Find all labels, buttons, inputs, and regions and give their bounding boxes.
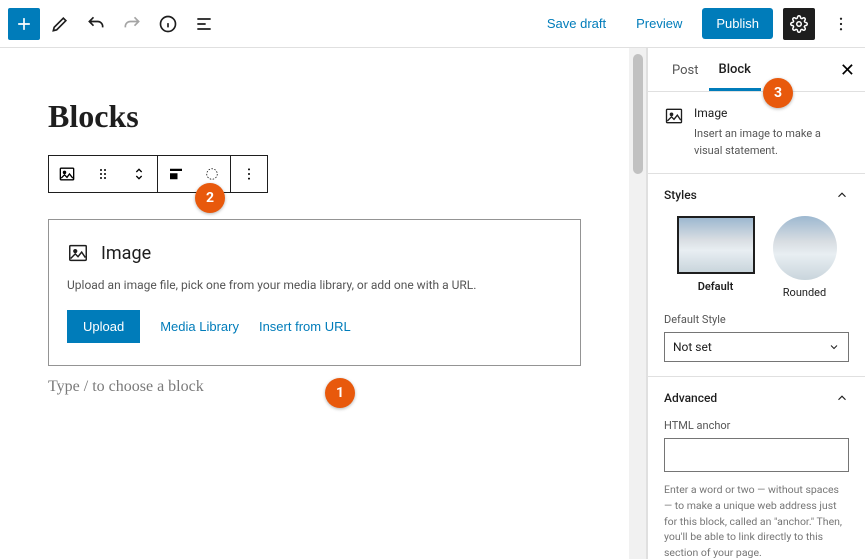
block-type-description: Insert an image to make a visual stateme… — [694, 126, 849, 159]
default-style-select[interactable]: Not set — [664, 332, 849, 362]
main-container: Blocks — [0, 48, 865, 559]
settings-sidebar: Post Block ✕ 3 Image Insert an image to … — [647, 48, 865, 559]
scrollbar[interactable] — [629, 48, 647, 559]
style-rounded-label: Rounded — [783, 286, 826, 299]
chevron-up-icon — [835, 188, 849, 202]
annotation-badge-3: 3 — [763, 78, 793, 108]
image-icon — [664, 106, 684, 159]
block-type-icon[interactable] — [49, 156, 85, 192]
chevron-up-icon — [835, 391, 849, 405]
styles-heading-label: Styles — [664, 188, 697, 202]
add-block-button[interactable] — [8, 8, 40, 40]
top-toolbar: Save draft Preview Publish — [0, 0, 865, 48]
advanced-section: Advanced HTML anchor Enter a word or two… — [648, 377, 865, 559]
annotation-badge-2: 2 — [195, 183, 225, 213]
annotation-badge-1: 1 — [325, 378, 355, 408]
tab-post[interactable]: Post — [662, 50, 709, 89]
save-draft-button[interactable]: Save draft — [537, 10, 616, 37]
image-block-title: Image — [101, 243, 151, 264]
edit-tool-button[interactable] — [44, 8, 76, 40]
upload-button[interactable]: Upload — [67, 310, 140, 343]
undo-button[interactable] — [80, 8, 112, 40]
sidebar-tabs: Post Block ✕ — [648, 48, 865, 92]
style-default-label: Default — [698, 280, 734, 293]
image-block-description: Upload an image file, pick one from your… — [67, 278, 562, 292]
top-left-tools — [8, 8, 220, 40]
block-more-button[interactable] — [231, 156, 267, 192]
block-appender[interactable]: Type / to choose a block — [48, 378, 581, 396]
default-style-value: Not set — [673, 340, 712, 354]
align-button[interactable] — [158, 156, 194, 192]
block-toolbar — [48, 155, 268, 193]
style-default-thumb — [677, 216, 755, 274]
advanced-heading-label: Advanced — [664, 391, 717, 405]
settings-button[interactable] — [783, 8, 815, 40]
scrollbar-thumb[interactable] — [633, 54, 643, 174]
close-sidebar-button[interactable]: ✕ — [840, 60, 855, 81]
insert-from-url-button[interactable]: Insert from URL — [259, 319, 351, 334]
styles-heading[interactable]: Styles — [664, 188, 849, 202]
block-type-label: Image — [694, 106, 849, 120]
outline-button[interactable] — [188, 8, 220, 40]
move-updown-icon[interactable] — [121, 156, 157, 192]
anchor-input[interactable] — [664, 438, 849, 472]
advanced-heading[interactable]: Advanced — [664, 391, 849, 405]
preview-button[interactable]: Preview — [626, 10, 692, 37]
top-right-tools: Save draft Preview Publish — [537, 8, 857, 40]
style-rounded[interactable]: Rounded — [773, 216, 837, 299]
publish-button[interactable]: Publish — [702, 8, 773, 39]
editor-canvas: Blocks — [0, 48, 629, 559]
image-icon — [67, 242, 89, 264]
anchor-label: HTML anchor — [664, 419, 849, 432]
image-block-placeholder: Image Upload an image file, pick one fro… — [48, 219, 581, 366]
info-button[interactable] — [152, 8, 184, 40]
redo-button[interactable] — [116, 8, 148, 40]
style-rounded-thumb — [773, 216, 837, 280]
chevron-down-icon — [828, 341, 840, 353]
page-title[interactable]: Blocks — [48, 98, 581, 135]
default-style-label: Default Style — [664, 313, 849, 326]
tab-block[interactable]: Block — [709, 49, 761, 91]
drag-handle-icon[interactable] — [85, 156, 121, 192]
media-library-button[interactable]: Media Library — [160, 319, 239, 334]
styles-section: Styles Default Rounded Default Style Not… — [648, 174, 865, 377]
more-menu-button[interactable] — [825, 8, 857, 40]
anchor-help-text: Enter a word or two — without spaces — t… — [664, 482, 849, 559]
style-default[interactable]: Default — [677, 216, 755, 299]
block-info-section: Image Insert an image to make a visual s… — [648, 92, 865, 174]
image-block-actions: Upload Media Library Insert from URL — [67, 310, 562, 343]
